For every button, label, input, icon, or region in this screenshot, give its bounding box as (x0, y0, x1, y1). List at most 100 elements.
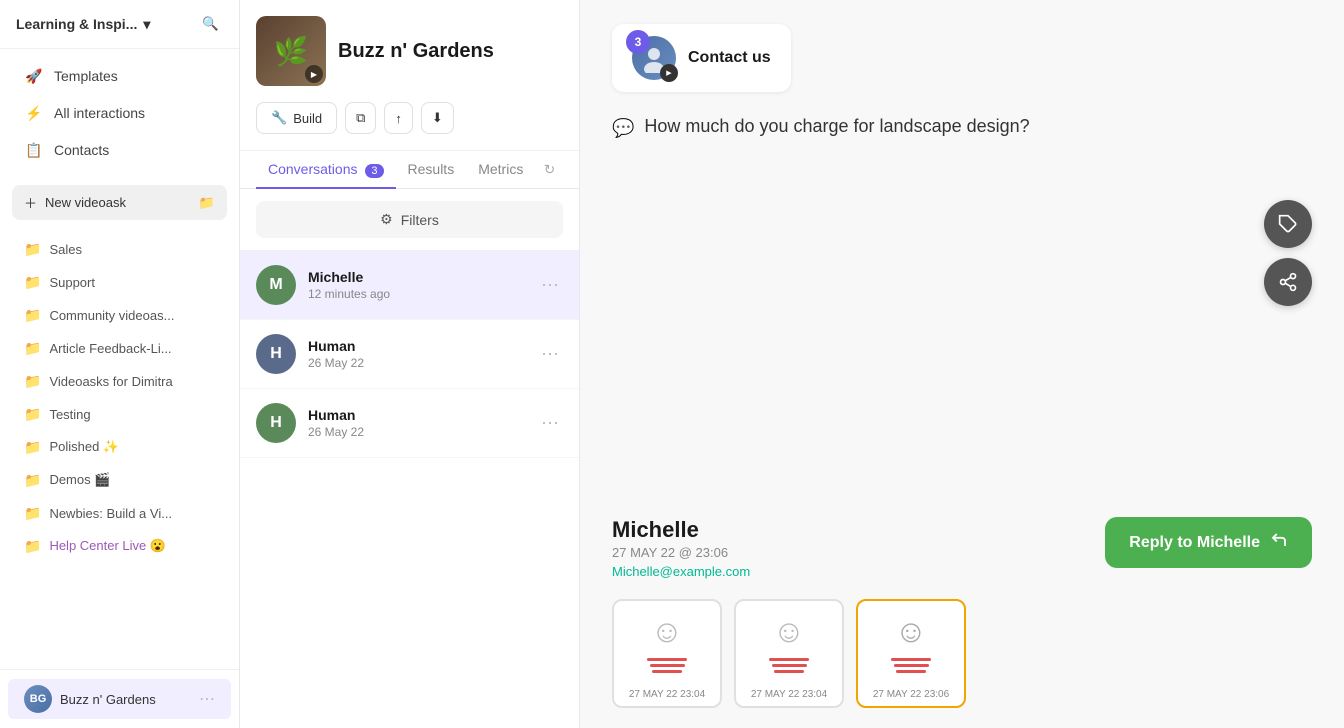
bot-name: Buzz n' Gardens (338, 40, 494, 63)
human2-avatar: H (256, 403, 296, 443)
contact-date: 27 MAY 22 @ 23:06 (612, 545, 750, 560)
play-button-sm[interactable]: ▶ (660, 64, 678, 82)
folder-icon: 📁 (24, 472, 41, 489)
tag-button[interactable] (1264, 200, 1312, 248)
tab-results[interactable]: Results (396, 151, 467, 189)
sidebar-item-polished[interactable]: 📁 Polished ✨ ⋯ (8, 431, 231, 463)
sidebar-item-help-center[interactable]: 📁 Help Center Live 😮 ⋯ (8, 530, 231, 562)
bot-avatar: 🌿 ▶ (256, 16, 326, 86)
conv-human1-time: 26 May 22 (308, 356, 525, 370)
folder-dimitra-label: Videoasks for Dimitra (49, 374, 172, 389)
folder-icon: 📁 (24, 340, 41, 357)
contact-banner: 3 ▶ Contact us (612, 24, 791, 92)
tab-metrics-label: Metrics (478, 161, 523, 177)
sidebar-item-sales[interactable]: 📁 Sales ⋯ (8, 233, 231, 265)
contact-label: Contact us (688, 49, 771, 67)
folder-icon: 📁 (24, 241, 41, 258)
conv-human2-name: Human (308, 407, 525, 423)
folder-help-label: Help Center Live 😮 (49, 538, 166, 554)
sidebar-item-videoasks-dimitra[interactable]: 📁 Videoasks for Dimitra ⋯ (8, 365, 231, 397)
sidebar-item-templates[interactable]: 🚀 Templates (8, 58, 231, 94)
video-thumbnails: ☺ 27 MAY 22 23:04 ☺ 27 (580, 599, 1344, 728)
face-icon-1: ☺ (651, 613, 684, 650)
bot-header: 🌿 ▶ Buzz n' Gardens (256, 16, 563, 86)
filters-label: Filters (401, 212, 439, 228)
folder-purple-icon: 📁 (24, 538, 41, 555)
folder-icon: 📁 (24, 307, 41, 324)
sidebar: Learning & Inspi... ▾ 🔍 🚀 Templates ⚡ Al… (0, 0, 240, 728)
folder-icon: 📁 (24, 274, 41, 291)
contact-name: Michelle (612, 517, 750, 543)
reply-label: Reply to Michelle (1129, 534, 1260, 552)
chat-area: 3 ▶ Contact us 💬 How much do you charge … (580, 0, 1344, 497)
conversations-list: M Michelle 12 minutes ago ⋯ H Human 26 M… (240, 251, 579, 728)
tab-metrics[interactable]: Metrics (466, 151, 535, 189)
lightning-icon: ⚡ (24, 103, 44, 123)
nav-templates-label: Templates (54, 68, 118, 84)
filter-icon: ⚙ (380, 211, 393, 228)
sidebar-item-article-feedback[interactable]: 📁 Article Feedback-Li... ⋯ (8, 332, 231, 364)
face-icon-3: ☺ (895, 613, 928, 650)
workspace-chevron: ▾ (143, 16, 150, 33)
workspace-selector[interactable]: Learning & Inspi... ▾ (16, 16, 150, 33)
folder-support-label: Support (49, 275, 95, 290)
contact-banner-wrap: 3 ▶ Contact us (612, 24, 791, 92)
conv-more-icon[interactable]: ⋯ (537, 271, 563, 300)
video-thumb-1[interactable]: ☺ 27 MAY 22 23:04 (612, 599, 722, 708)
build-icon: 🔧 (271, 110, 287, 126)
conv-human1-name: Human (308, 338, 525, 354)
sidebar-item-community[interactable]: 📁 Community videoas... ⋯ (8, 299, 231, 331)
folder-polished-label: Polished ✨ (49, 439, 119, 455)
share-icon: ↑ (395, 111, 402, 126)
folder-icon: 📁 (24, 505, 41, 522)
conversation-item-human2[interactable]: H Human 26 May 22 ⋯ (240, 389, 579, 458)
sidebar-item-buzz-gardens[interactable]: BG Buzz n' Gardens ⋯ (8, 679, 231, 719)
lines-icon-3 (891, 658, 931, 673)
refresh-button[interactable]: ↻ (536, 151, 563, 188)
sidebar-folders: 📁 Sales ⋯ 📁 Support ⋯ 📁 Community videoa… (0, 228, 239, 567)
middle-header: 🌿 ▶ Buzz n' Gardens 🔧 Build ⧉ ↑ ⬇ (240, 0, 579, 151)
sidebar-item-contacts[interactable]: 📋 Contacts (8, 132, 231, 168)
conversation-item-michelle[interactable]: M Michelle 12 minutes ago ⋯ (240, 251, 579, 320)
download-button[interactable]: ⬇ (421, 102, 454, 134)
folder-newbies-label: Newbies: Build a Vi... (49, 506, 172, 521)
duplicate-button[interactable]: ⧉ (345, 102, 376, 134)
reply-to-michelle-button[interactable]: Reply to Michelle (1105, 517, 1312, 568)
folder-icon: 📁 (24, 406, 41, 423)
contact-badge: 3 (626, 30, 650, 54)
video-thumb-3[interactable]: ☺ 27 MAY 22 23:06 (856, 599, 966, 708)
new-folder-icon: 📁 (199, 195, 215, 211)
conv-more-icon[interactable]: ⋯ (537, 340, 563, 369)
bot-actions: 🔧 Build ⧉ ↑ ⬇ (256, 102, 563, 134)
share-float-button[interactable] (1264, 258, 1312, 306)
sidebar-item-testing[interactable]: 📁 Testing ⋯ (8, 398, 231, 430)
lines-icon-1 (647, 658, 687, 673)
thumb2-date: 27 MAY 22 23:04 (736, 685, 842, 706)
share-button[interactable]: ↑ (384, 102, 413, 134)
contact-info-block: Michelle 27 MAY 22 @ 23:06 Michelle@exam… (612, 517, 750, 579)
folder-icon: 📁 (24, 439, 41, 456)
contact-avatar-wrap: 3 ▶ (632, 36, 676, 80)
more-icon[interactable]: ⋯ (199, 689, 215, 709)
chat-footer: Michelle 27 MAY 22 @ 23:06 Michelle@exam… (580, 497, 1344, 599)
contact-email: Michelle@example.com (612, 564, 750, 579)
tab-results-label: Results (408, 161, 455, 177)
play-overlay: ▶ (305, 65, 323, 83)
filters-button[interactable]: ⚙ Filters (256, 201, 563, 238)
build-button[interactable]: 🔧 Build (256, 102, 337, 134)
download-icon: ⬇ (432, 110, 443, 126)
nav-all-interactions-label: All interactions (54, 105, 145, 121)
tab-conversations[interactable]: Conversations 3 (256, 151, 396, 189)
conversation-item-human1[interactable]: H Human 26 May 22 ⋯ (240, 320, 579, 389)
sidebar-item-newbies[interactable]: 📁 Newbies: Build a Vi... ⋯ (8, 497, 231, 529)
main-content: 3 ▶ Contact us 💬 How much do you charge … (580, 0, 1344, 728)
floating-buttons (1264, 200, 1312, 306)
sidebar-item-demos[interactable]: 📁 Demos 🎬 ⋯ (8, 464, 231, 496)
video-thumb-2[interactable]: ☺ 27 MAY 22 23:04 (734, 599, 844, 708)
new-videoask-button[interactable]: ＋ New videoask 📁 (12, 185, 227, 220)
sidebar-item-all-interactions[interactable]: ⚡ All interactions (8, 95, 231, 131)
filters-bar: ⚙ Filters (240, 189, 579, 251)
search-button[interactable]: 🔍 (198, 12, 223, 36)
conv-more-icon[interactable]: ⋯ (537, 409, 563, 438)
sidebar-item-support[interactable]: 📁 Support ⋯ (8, 266, 231, 298)
